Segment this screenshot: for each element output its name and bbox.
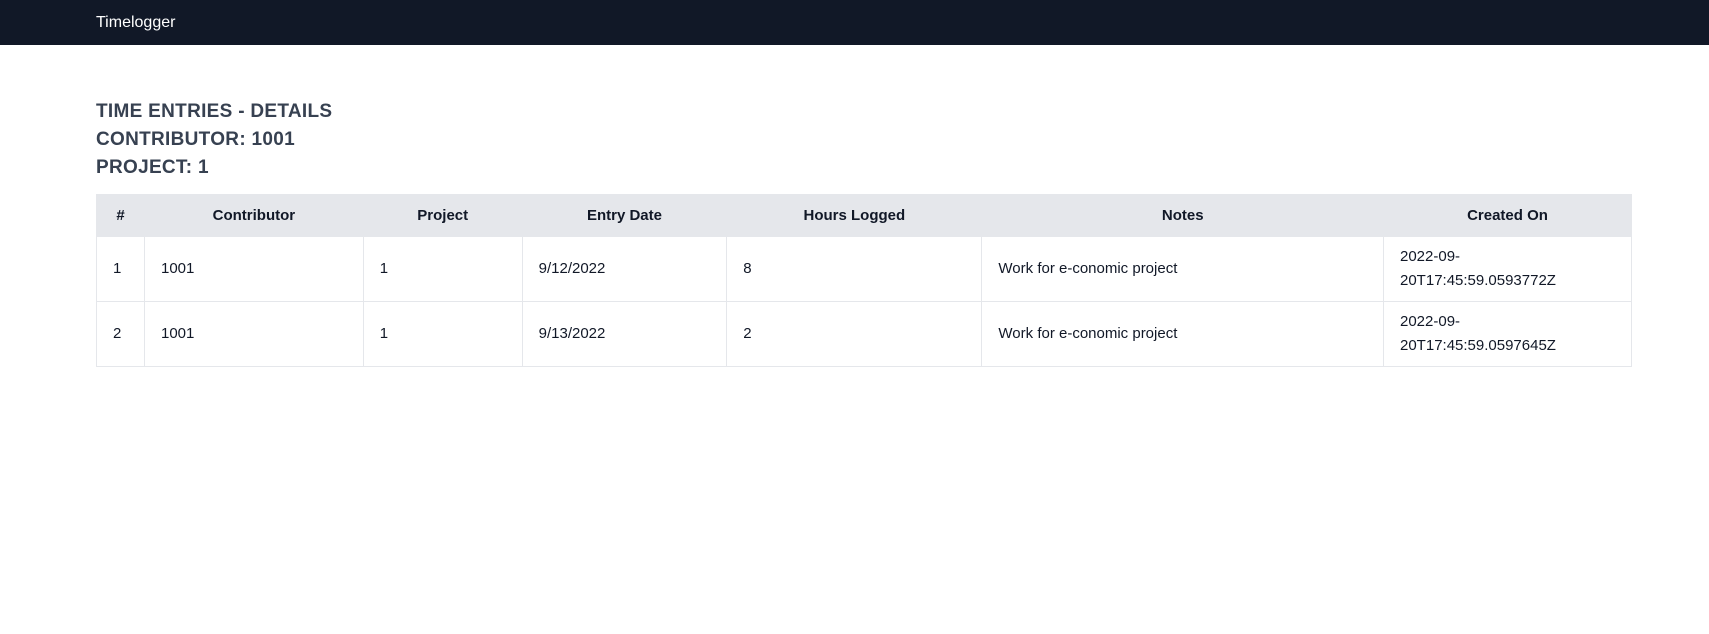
column-header-project: Project — [362, 194, 523, 237]
cell-contributor: 1001 — [144, 301, 364, 367]
page-title: TIME ENTRIES - DETAILS — [96, 101, 333, 122]
table-row: 2 1001 1 9/13/2022 2 Work for e-conomic … — [96, 301, 1632, 367]
created-on-date: 2022-09- — [1400, 248, 1461, 265]
column-header-index: # — [96, 194, 145, 237]
cell-entry-date: 9/12/2022 — [521, 236, 728, 302]
cell-notes: Work for e-conomic project — [981, 236, 1384, 302]
cell-created-on: 2022-09- 20T17:45:59.0597645Z — [1383, 301, 1632, 367]
created-on-date: 2022-09- — [1400, 313, 1461, 330]
cell-project: 1 — [362, 236, 523, 302]
table-header: # Contributor Project Entry Date Hours L… — [96, 194, 1632, 237]
table-body: 1 1001 1 9/12/2022 8 Work for e-conomic … — [96, 236, 1632, 367]
column-header-hours-logged: Hours Logged — [726, 194, 983, 237]
contributor-heading: CONTRIBUTOR: 1001 — [96, 129, 296, 150]
project-heading: PROJECT: 1 — [96, 157, 209, 178]
created-on-time: 20T17:45:59.0597645Z — [1400, 337, 1556, 354]
table-row: 1 1001 1 9/12/2022 8 Work for e-conomic … — [96, 236, 1632, 302]
cell-contributor: 1001 — [144, 236, 364, 302]
time-entries-table: # Contributor Project Entry Date Hours L… — [96, 194, 1632, 367]
cell-project: 1 — [362, 301, 523, 367]
cell-index: 1 — [96, 236, 145, 302]
column-header-entry-date: Entry Date — [521, 194, 728, 237]
page-headings: TIME ENTRIES - DETAILS CONTRIBUTOR: 1001… — [96, 98, 1632, 182]
navbar: Timelogger — [0, 0, 1709, 45]
cell-index: 2 — [96, 301, 145, 367]
main-content: TIME ENTRIES - DETAILS CONTRIBUTOR: 1001… — [0, 45, 1632, 367]
table-header-row: # Contributor Project Entry Date Hours L… — [96, 194, 1632, 237]
cell-hours-logged: 8 — [726, 236, 983, 302]
cell-hours-logged: 2 — [726, 301, 983, 367]
cell-created-on: 2022-09- 20T17:45:59.0593772Z — [1383, 236, 1632, 302]
brand-link[interactable]: Timelogger — [96, 14, 175, 32]
column-header-contributor: Contributor — [144, 194, 364, 237]
cell-notes: Work for e-conomic project — [981, 301, 1384, 367]
column-header-created-on: Created On — [1383, 194, 1632, 237]
column-header-notes: Notes — [981, 194, 1384, 237]
created-on-time: 20T17:45:59.0593772Z — [1400, 272, 1556, 289]
cell-entry-date: 9/13/2022 — [521, 301, 728, 367]
